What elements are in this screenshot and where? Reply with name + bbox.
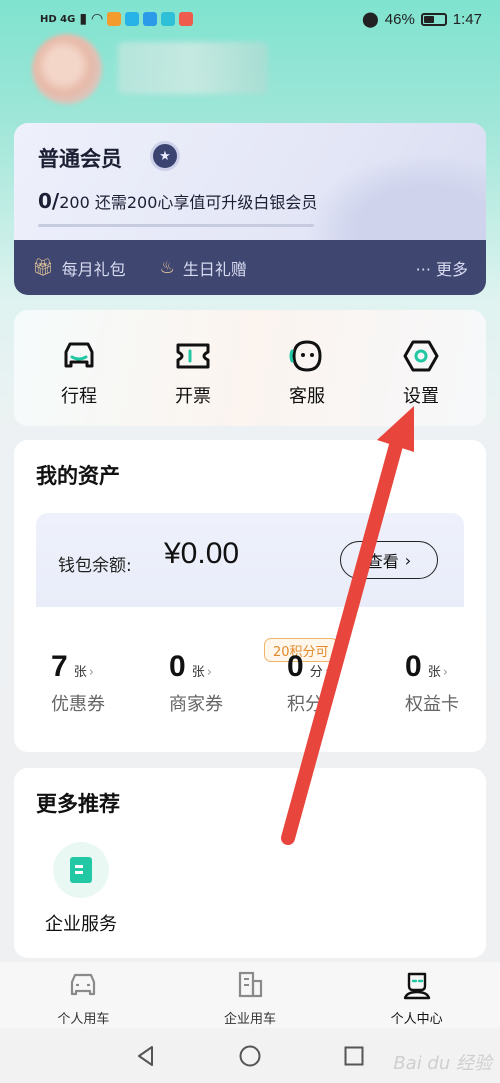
wallet-balance-value: ¥0.00: [164, 537, 240, 570]
recents-icon[interactable]: [342, 1044, 366, 1068]
perk-birthday-gift-label: 生日礼赠: [182, 259, 247, 279]
asset-points[interactable]: 0 分 › 积分: [250, 650, 368, 730]
perk-monthly-gift-label: 每月礼包: [61, 259, 126, 279]
member-progress-bar: [38, 224, 314, 227]
app-notification-icon: [161, 12, 176, 26]
view-wallet-label: 查看: [366, 552, 399, 571]
recommend-title: 更多推荐: [36, 792, 120, 816]
battery-icon: [420, 12, 447, 26]
app-notification-icon: [143, 12, 158, 26]
bottom-tab-bar: 个人用车 企业用车 个人中心: [0, 962, 500, 1028]
asset-unit: 张: [191, 665, 205, 680]
location-icon: ⬤: [361, 11, 379, 28]
tab-label: 企业用车: [224, 1012, 277, 1027]
asset-label: 权益卡: [405, 694, 459, 715]
quick-action-label: 行程: [61, 386, 97, 407]
quick-action-settings[interactable]: 设置: [371, 310, 471, 426]
back-icon[interactable]: [134, 1044, 158, 1068]
chevron-right-icon: ›: [404, 550, 412, 570]
tab-personal-center[interactable]: 个人中心: [333, 962, 500, 1028]
clock: 1:47: [452, 10, 482, 28]
gift-icon: 🎁︎: [32, 257, 54, 278]
app-notification-icon: [107, 12, 122, 26]
watermark: Bai du 经验: [393, 1053, 492, 1074]
settings-icon: [403, 340, 439, 372]
battery-percent: 46%: [384, 10, 415, 28]
asset-benefit-cards[interactable]: 0 张 › 权益卡: [368, 650, 486, 730]
tab-label: 个人用车: [57, 1012, 110, 1027]
app-notification-icon: [179, 12, 194, 26]
asset-count: 0: [287, 650, 304, 683]
asset-unit: 分: [309, 665, 323, 680]
home-icon[interactable]: [238, 1044, 262, 1068]
chevron-right-icon: ›: [88, 665, 94, 680]
asset-unit: 张: [427, 665, 441, 680]
asset-unit: 张: [73, 665, 87, 680]
building-icon: [238, 971, 263, 998]
member-progress-current: 0/: [38, 189, 60, 213]
recommend-card: 更多推荐 企业服务: [14, 768, 486, 958]
car-icon: [64, 342, 94, 368]
network-indicator: HD 4G: [40, 13, 76, 25]
quick-action-invoice[interactable]: 开票: [143, 310, 243, 426]
app-notification-icon: [125, 12, 140, 26]
enterprise-service-label: 企业服务: [45, 914, 117, 935]
service-icon: [289, 340, 322, 372]
member-progress-text: 0/200 还需200心享值可升级白银会员: [38, 189, 317, 213]
person-icon: [403, 972, 430, 1000]
ticket-icon: [176, 343, 210, 369]
asset-count: 7: [51, 650, 68, 683]
assets-row: 7 张 › 优惠券 0 张 › 商家券 0 分 › 积分 0 张 › 权益卡: [14, 650, 486, 730]
username-blurred[interactable]: [118, 42, 268, 94]
perks-more-link[interactable]: ··· 更多: [416, 256, 468, 280]
tab-enterprise-ride[interactable]: 企业用车: [167, 962, 334, 1028]
wallet-balance-label: 钱包余额:: [58, 556, 132, 576]
quick-action-support[interactable]: 客服: [257, 310, 357, 426]
asset-count: 0: [405, 650, 422, 683]
status-right: ⬤ 46% 1:47: [361, 10, 482, 29]
chevron-right-icon: ›: [324, 665, 330, 680]
chevron-right-icon: ›: [206, 665, 212, 680]
quick-action-label: 开票: [175, 386, 211, 407]
wallet-panel[interactable]: 钱包余额: ¥0.00 查看 ›: [36, 513, 464, 607]
perks-more-label: ··· 更多: [415, 259, 468, 279]
asset-count: 0: [169, 650, 186, 683]
quick-action-trips[interactable]: 行程: [29, 310, 129, 426]
member-level-title: 普通会员: [38, 147, 122, 171]
signal-icon: ▮: [79, 11, 88, 27]
view-wallet-button[interactable]: 查看 ›: [340, 541, 438, 579]
member-card[interactable]: 普通会员 ★ 0/200 还需200心享值可升级白银会员 🎁︎ 每月礼包 ♨ 生…: [14, 123, 486, 295]
car-outline-icon: [71, 973, 96, 996]
tab-personal-ride[interactable]: 个人用车: [0, 962, 167, 1028]
asset-label: 商家券: [169, 694, 223, 715]
status-left: HD 4G ▮ ◠: [40, 11, 194, 27]
perk-monthly-gift[interactable]: 🎁︎ 每月礼包: [32, 256, 126, 280]
enterprise-service-icon: [53, 842, 109, 898]
asset-coupons[interactable]: 7 张 › 优惠券: [14, 650, 132, 730]
member-perks-bar: 🎁︎ 每月礼包 ♨ 生日礼赠 ··· 更多: [14, 240, 486, 295]
asset-label: 积分: [287, 694, 323, 715]
quick-actions: 行程 开票 客服 设置: [14, 310, 486, 426]
quick-action-label: 客服: [289, 386, 325, 407]
asset-merchant-coupons[interactable]: 0 张 › 商家券: [132, 650, 250, 730]
member-progress-detail: 200 还需200心享值可升级白银会员: [59, 193, 318, 212]
chevron-right-icon: ›: [442, 665, 448, 680]
wifi-icon: ◠: [91, 11, 104, 27]
member-star-badge-icon: ★: [150, 141, 180, 171]
avatar[interactable]: [32, 34, 102, 104]
perk-birthday-gift[interactable]: ♨ 生日礼赠: [160, 256, 247, 280]
assets-card: 我的资产 钱包余额: ¥0.00 查看 › 20积分可 7 张 › 优惠券 0 张 › …: [14, 440, 486, 752]
cake-icon: ♨: [159, 257, 175, 278]
status-bar: HD 4G ▮ ◠ ⬤ 46% 1:47: [0, 0, 500, 38]
quick-action-label: 设置: [403, 386, 439, 407]
tab-label: 个人中心: [390, 1012, 443, 1027]
asset-label: 优惠券: [51, 694, 105, 715]
assets-title: 我的资产: [36, 464, 120, 488]
enterprise-service-item[interactable]: 企业服务: [36, 842, 126, 936]
